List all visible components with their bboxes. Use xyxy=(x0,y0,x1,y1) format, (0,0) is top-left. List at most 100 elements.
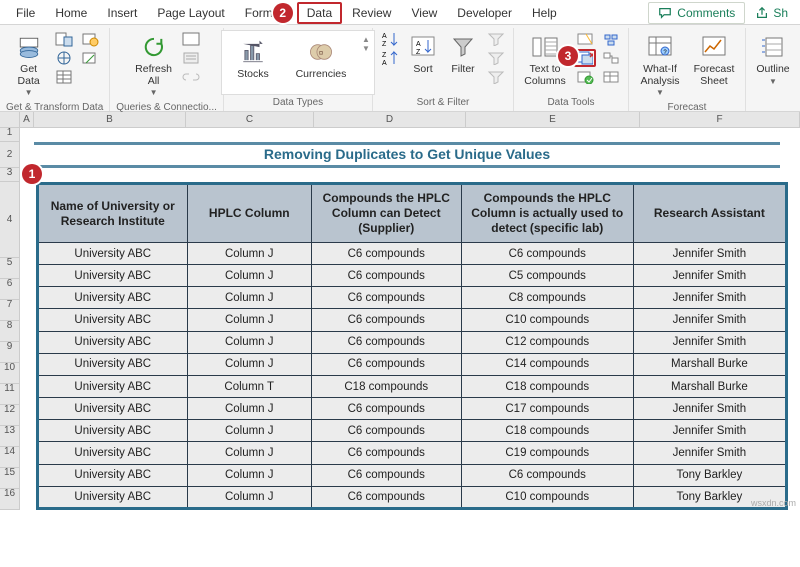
table-row[interactable]: University ABCColumn JC6 compoundsC6 com… xyxy=(37,243,786,265)
table-row[interactable]: University ABCColumn JC6 compoundsC8 com… xyxy=(37,287,786,309)
table-cell[interactable]: C6 compounds xyxy=(311,243,461,265)
table-cell[interactable]: Column J xyxy=(187,331,311,353)
table-cell[interactable]: Column J xyxy=(187,265,311,287)
table-cell[interactable]: Column J xyxy=(187,353,311,375)
table-cell[interactable]: Column J xyxy=(187,287,311,309)
row-header[interactable]: 3 xyxy=(0,168,20,182)
table-cell[interactable]: C18 compounds xyxy=(311,375,461,397)
row-header[interactable]: 7 xyxy=(0,300,20,321)
row-header[interactable]: 13 xyxy=(0,426,20,447)
table-cell[interactable]: C18 compounds xyxy=(461,420,633,442)
row-header[interactable]: 5 xyxy=(0,258,20,279)
filter-button[interactable]: Filter xyxy=(445,30,481,78)
table-cell[interactable]: Jennifer Smith xyxy=(633,420,786,442)
table-cell[interactable]: C6 compounds xyxy=(311,442,461,464)
data-validation-icon[interactable] xyxy=(574,68,596,86)
row-header[interactable]: 8 xyxy=(0,321,20,342)
table-row[interactable]: University ABCColumn JC6 compoundsC10 co… xyxy=(37,309,786,331)
tab-developer[interactable]: Developer xyxy=(447,2,522,24)
flash-fill-icon[interactable] xyxy=(574,30,596,48)
table-cell[interactable]: C6 compounds xyxy=(461,243,633,265)
table-cell[interactable]: Column J xyxy=(187,464,311,486)
table-cell[interactable]: C6 compounds xyxy=(311,287,461,309)
table-cell[interactable]: C6 compounds xyxy=(311,464,461,486)
share-button[interactable]: Sh xyxy=(749,3,794,23)
table-cell[interactable]: Column J xyxy=(187,243,311,265)
table-cell[interactable]: University ABC xyxy=(37,309,187,331)
table-cell[interactable]: University ABC xyxy=(37,464,187,486)
row-header[interactable]: 15 xyxy=(0,468,20,489)
tab-insert[interactable]: Insert xyxy=(97,2,147,24)
table-cell[interactable]: University ABC xyxy=(37,353,187,375)
tab-formulas[interactable]: Formulas xyxy=(235,2,273,24)
table-cell[interactable]: C12 compounds xyxy=(461,331,633,353)
table-cell[interactable]: Column J xyxy=(187,486,311,508)
table-row[interactable]: University ABCColumn JC6 compoundsC19 co… xyxy=(37,442,786,464)
table-cell[interactable]: Jennifer Smith xyxy=(633,265,786,287)
table-cell[interactable]: C6 compounds xyxy=(311,331,461,353)
tab-home[interactable]: Home xyxy=(45,2,97,24)
row-header[interactable]: 14 xyxy=(0,447,20,468)
comments-button[interactable]: Comments xyxy=(648,2,745,24)
reapply-icon[interactable] xyxy=(485,49,507,67)
row-header[interactable]: 12 xyxy=(0,405,20,426)
queries-icon[interactable] xyxy=(180,30,202,48)
table-cell[interactable]: C10 compounds xyxy=(461,309,633,331)
forecast-sheet-button[interactable]: Forecast Sheet xyxy=(689,30,739,89)
table-cell[interactable]: Marshall Burke xyxy=(633,353,786,375)
refresh-all-button[interactable]: Refresh All ▼ xyxy=(132,30,176,100)
from-table-icon[interactable] xyxy=(53,68,75,86)
from-web-icon[interactable] xyxy=(53,49,75,67)
table-cell[interactable]: C8 compounds xyxy=(461,287,633,309)
table-cell[interactable]: C5 compounds xyxy=(461,265,633,287)
table-row[interactable]: University ABCColumn JC6 compoundsC14 co… xyxy=(37,353,786,375)
table-cell[interactable]: C6 compounds xyxy=(311,398,461,420)
table-cell[interactable]: C6 compounds xyxy=(311,309,461,331)
row-header[interactable]: 2 xyxy=(0,142,20,168)
existing-conn-icon[interactable] xyxy=(79,49,101,67)
from-text-icon[interactable] xyxy=(53,30,75,48)
table-row[interactable]: University ABCColumn JC6 compoundsC10 co… xyxy=(37,486,786,508)
row-header[interactable]: 1 xyxy=(0,128,20,142)
table-cell[interactable]: C6 compounds xyxy=(311,420,461,442)
relationships-icon[interactable] xyxy=(600,49,622,67)
outline-button[interactable]: Outline ▼ xyxy=(752,30,794,88)
table-cell[interactable]: Jennifer Smith xyxy=(633,309,786,331)
manage-model-icon[interactable] xyxy=(600,68,622,86)
tab-file[interactable]: File xyxy=(6,2,45,24)
col-header-f[interactable]: F xyxy=(640,112,800,127)
whatif-button[interactable]: ? What-If Analysis ▼ xyxy=(635,30,685,100)
table-cell[interactable]: University ABC xyxy=(37,486,187,508)
table-row[interactable]: University ABCColumn JC6 compoundsC18 co… xyxy=(37,420,786,442)
sort-button[interactable]: AZ Sort xyxy=(405,30,441,78)
table-cell[interactable]: University ABC xyxy=(37,420,187,442)
table-cell[interactable]: Column J xyxy=(187,442,311,464)
sort-asc-icon[interactable]: AZ xyxy=(379,30,401,48)
recent-sources-icon[interactable] xyxy=(79,30,101,48)
table-cell[interactable]: C18 compounds xyxy=(461,375,633,397)
advanced-icon[interactable] xyxy=(485,68,507,86)
table-row[interactable]: University ABCColumn JC6 compoundsC17 co… xyxy=(37,398,786,420)
row-header[interactable]: 4 xyxy=(0,182,20,258)
col-detect-lab[interactable]: Compounds the HPLC Column is actually us… xyxy=(461,184,633,243)
col-assistant[interactable]: Research Assistant xyxy=(633,184,786,243)
table-cell[interactable]: University ABC xyxy=(37,243,187,265)
table-cell[interactable]: C19 compounds xyxy=(461,442,633,464)
data-types-overflow[interactable]: ▲ ▼ xyxy=(362,35,370,53)
stocks-button[interactable]: Stocks xyxy=(226,35,280,83)
table-cell[interactable]: University ABC xyxy=(37,375,187,397)
table-cell[interactable]: Jennifer Smith xyxy=(633,398,786,420)
sort-desc-icon[interactable]: ZA xyxy=(379,49,401,67)
table-cell[interactable]: C6 compounds xyxy=(311,353,461,375)
tab-view[interactable]: View xyxy=(401,2,447,24)
table-cell[interactable]: C17 compounds xyxy=(461,398,633,420)
get-data-button[interactable]: Get Data ▼ xyxy=(9,30,49,100)
table-row[interactable]: University ABCColumn JC6 compoundsC6 com… xyxy=(37,464,786,486)
table-cell[interactable]: Column J xyxy=(187,309,311,331)
properties-icon[interactable] xyxy=(180,49,202,67)
edit-links-icon[interactable] xyxy=(180,68,202,86)
worksheet[interactable]: 1 2 Removing Duplicates to Get Unique Va… xyxy=(0,128,800,510)
row-header[interactable]: 6 xyxy=(0,279,20,300)
col-header-e[interactable]: E xyxy=(466,112,640,127)
table-cell[interactable]: Tony Barkley xyxy=(633,464,786,486)
